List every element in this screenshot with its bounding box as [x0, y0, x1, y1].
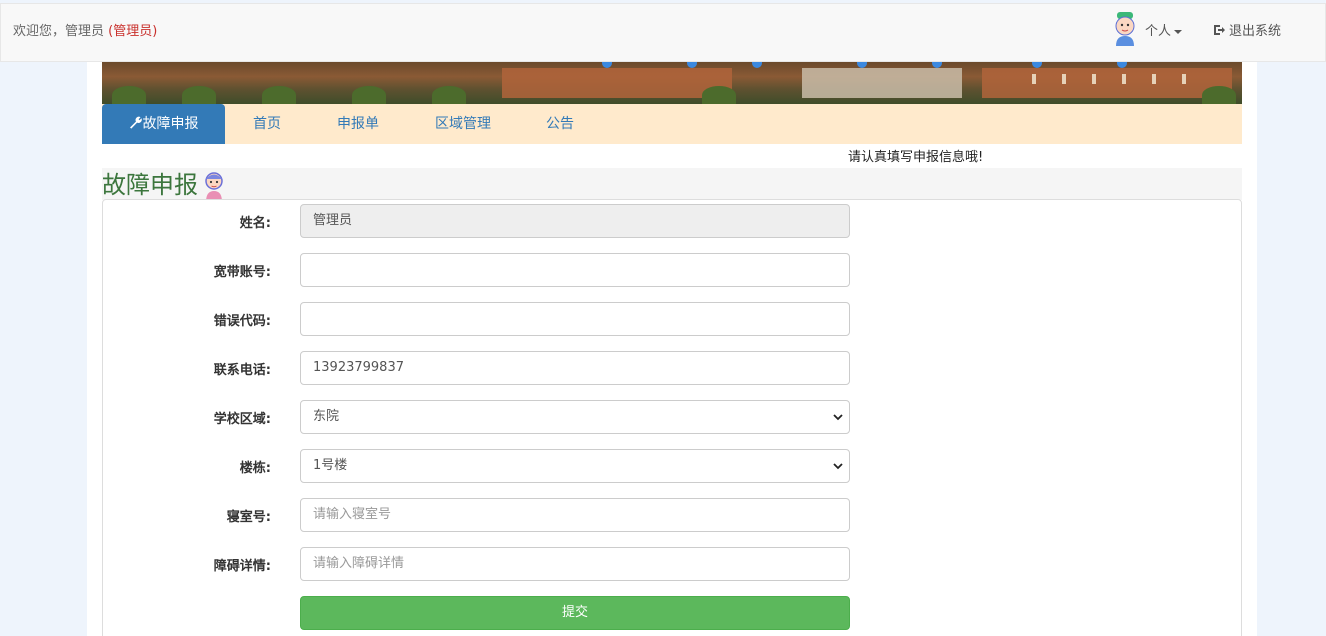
personal-label: 个人 [1145, 24, 1172, 39]
welcome-role: (管理员) [108, 24, 158, 39]
building-select[interactable]: 1号楼 [300, 449, 850, 483]
page-title: 故障申报 [102, 171, 198, 199]
avatar[interactable] [1113, 12, 1137, 46]
user-avatar-icon [1115, 12, 1135, 46]
submit-button[interactable]: 提交 [300, 596, 850, 630]
field-label: 错误代码: [213, 314, 271, 329]
nav-tabs: 故障申报 首页 申报单 区域管理 公告 [102, 104, 1242, 144]
form-row-name: 姓名: 管理员 [103, 204, 863, 238]
logout-link[interactable]: 退出系统 [1213, 20, 1281, 39]
caret-down-icon [1174, 29, 1183, 34]
tab-label: 公告 [546, 116, 574, 132]
form-row-details: 障碍详情: 请输入障碍详情 [103, 547, 863, 581]
dorm-room-input[interactable]: 请输入寝室号 [300, 498, 850, 532]
main-content: 故障申报 首页 申报单 区域管理 公告 请认真填写申报信息哦! 故障申报 姓名: [87, 62, 1257, 636]
form-row-error-code: 错误代码: [103, 302, 863, 336]
form-row-building: 楼栋: 1号楼 [103, 449, 863, 483]
campus-banner-image [102, 62, 1242, 104]
form-row-broadband: 宽带账号: [103, 253, 863, 287]
error-code-input[interactable] [300, 302, 850, 336]
title-bar: 故障申报 [102, 168, 1242, 202]
tab-label: 故障申报 [142, 116, 199, 132]
notice-text: 请认真填写申报信息哦! [848, 150, 984, 165]
form-row-area: 学校区域: 东院 [103, 400, 863, 434]
tab-label: 申报单 [337, 116, 379, 132]
form-row-phone: 联系电话: 13923799837 [103, 351, 863, 385]
select-value: 1号楼 [313, 458, 348, 473]
tab-home[interactable]: 首页 [234, 104, 300, 144]
field-label: 障碍详情: [213, 559, 271, 574]
broadband-account-input[interactable] [300, 253, 850, 287]
welcome-prefix: 欢迎您，管理员 [13, 24, 105, 39]
name-field: 管理员 [300, 204, 850, 238]
tab-announcements[interactable]: 公告 [535, 104, 585, 144]
field-label: 学校区域: [213, 412, 271, 427]
tab-label: 区域管理 [435, 116, 491, 132]
form-row-dorm: 寝室号: 请输入寝室号 [103, 498, 863, 532]
tab-area-management[interactable]: 区域管理 [422, 104, 504, 144]
logout-label: 退出系统 [1229, 24, 1282, 39]
school-area-select[interactable]: 东院 [300, 400, 850, 434]
chevron-down-icon [833, 463, 843, 470]
field-label: 姓名: [239, 216, 271, 231]
field-label: 宽带账号: [213, 265, 271, 280]
select-value: 东院 [313, 409, 340, 424]
report-form: 姓名: 管理员 宽带账号: 错误代码: 联系电话: 13923799837 学校… [102, 199, 1242, 636]
chevron-down-icon [833, 414, 843, 421]
top-navbar: 欢迎您，管理员 (管理员) 个人 退出系统 [0, 3, 1326, 62]
field-label: 联系电话: [213, 363, 271, 378]
personal-menu[interactable]: 个人 [1145, 20, 1183, 39]
field-label: 寝室号: [226, 510, 271, 525]
user-avatar-icon [205, 172, 223, 202]
fault-details-input[interactable]: 请输入障碍详情 [300, 547, 850, 581]
tab-fault-report[interactable]: 故障申报 [102, 104, 225, 144]
wrench-icon [129, 116, 142, 129]
tab-label: 首页 [253, 116, 281, 132]
logout-icon [1214, 25, 1225, 35]
tab-report-list[interactable]: 申报单 [327, 104, 389, 144]
field-label: 楼栋: [239, 461, 271, 476]
phone-input[interactable]: 13923799837 [300, 351, 850, 385]
welcome-text: 欢迎您，管理员 (管理员) [13, 20, 157, 39]
